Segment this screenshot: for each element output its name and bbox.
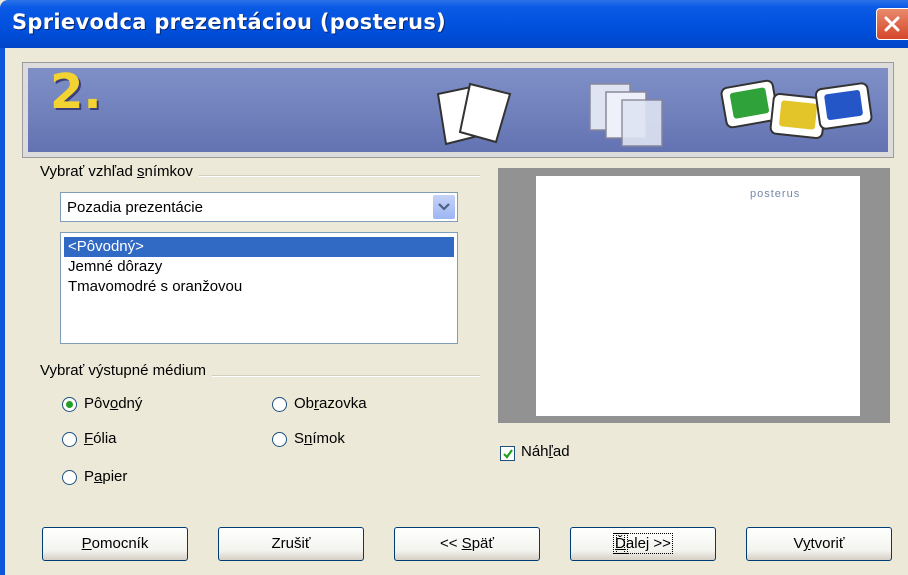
design-list[interactable]: <Pôvodný> Jemné dôrazy Tmavomodré s oran… [60,232,458,344]
radio-label: Papier [84,468,128,485]
window-title: Sprievodca prezentáciou (posterus) [12,10,447,34]
radio-label: Snímok [294,430,345,447]
radio-button[interactable] [272,397,287,412]
preview-slide [536,176,860,416]
radio-label: Fólia [84,430,117,447]
radio-button[interactable] [62,397,77,412]
output-group-label: Vybrať výstupné médium [40,362,212,379]
radio-button[interactable] [62,432,77,447]
step-number: 2. [50,64,102,120]
preview-checkbox[interactable] [500,446,515,461]
window-frame [0,48,5,575]
list-item[interactable]: Jemné dôrazy [64,257,454,277]
slides-icon [720,79,873,140]
checkmark-icon [503,449,513,459]
pages-icon [436,82,512,146]
next-button[interactable]: Ďalej >> [570,527,716,561]
title-bar[interactable]: Sprievodca prezentáciou (posterus) [0,0,908,48]
radio-label: Pôvodný [84,395,143,412]
chevron-down-icon [438,203,450,211]
close-icon [884,16,900,32]
radio-button[interactable] [272,432,287,447]
preview-checkbox-label: Náhľad [521,443,570,460]
back-button[interactable]: << Späť [394,527,540,561]
dropdown-button[interactable] [433,195,455,219]
design-group-label: Vybrať vzhľad snímkov [40,163,199,180]
cancel-button[interactable]: Zrušiť [218,527,364,561]
radio-label: Obrazovka [294,395,367,412]
layers-icon [589,83,663,147]
create-button[interactable]: Vytvoriť [746,527,892,561]
list-item[interactable]: Tmavomodré s oranžovou [64,277,454,297]
radio-dot [66,401,73,408]
design-category-select[interactable]: Pozadia prezentácie [60,192,458,222]
list-item[interactable]: <Pôvodný> [64,237,454,257]
radio-button[interactable] [62,470,77,485]
close-button[interactable] [876,8,908,40]
wizard-window: Sprievodca prezentáciou (posterus) 2. Vy… [0,0,908,575]
design-category-value: Pozadia prezentácie [67,199,203,216]
help-button[interactable]: Pomocník [42,527,188,561]
preview-logo: posterus [750,188,801,200]
